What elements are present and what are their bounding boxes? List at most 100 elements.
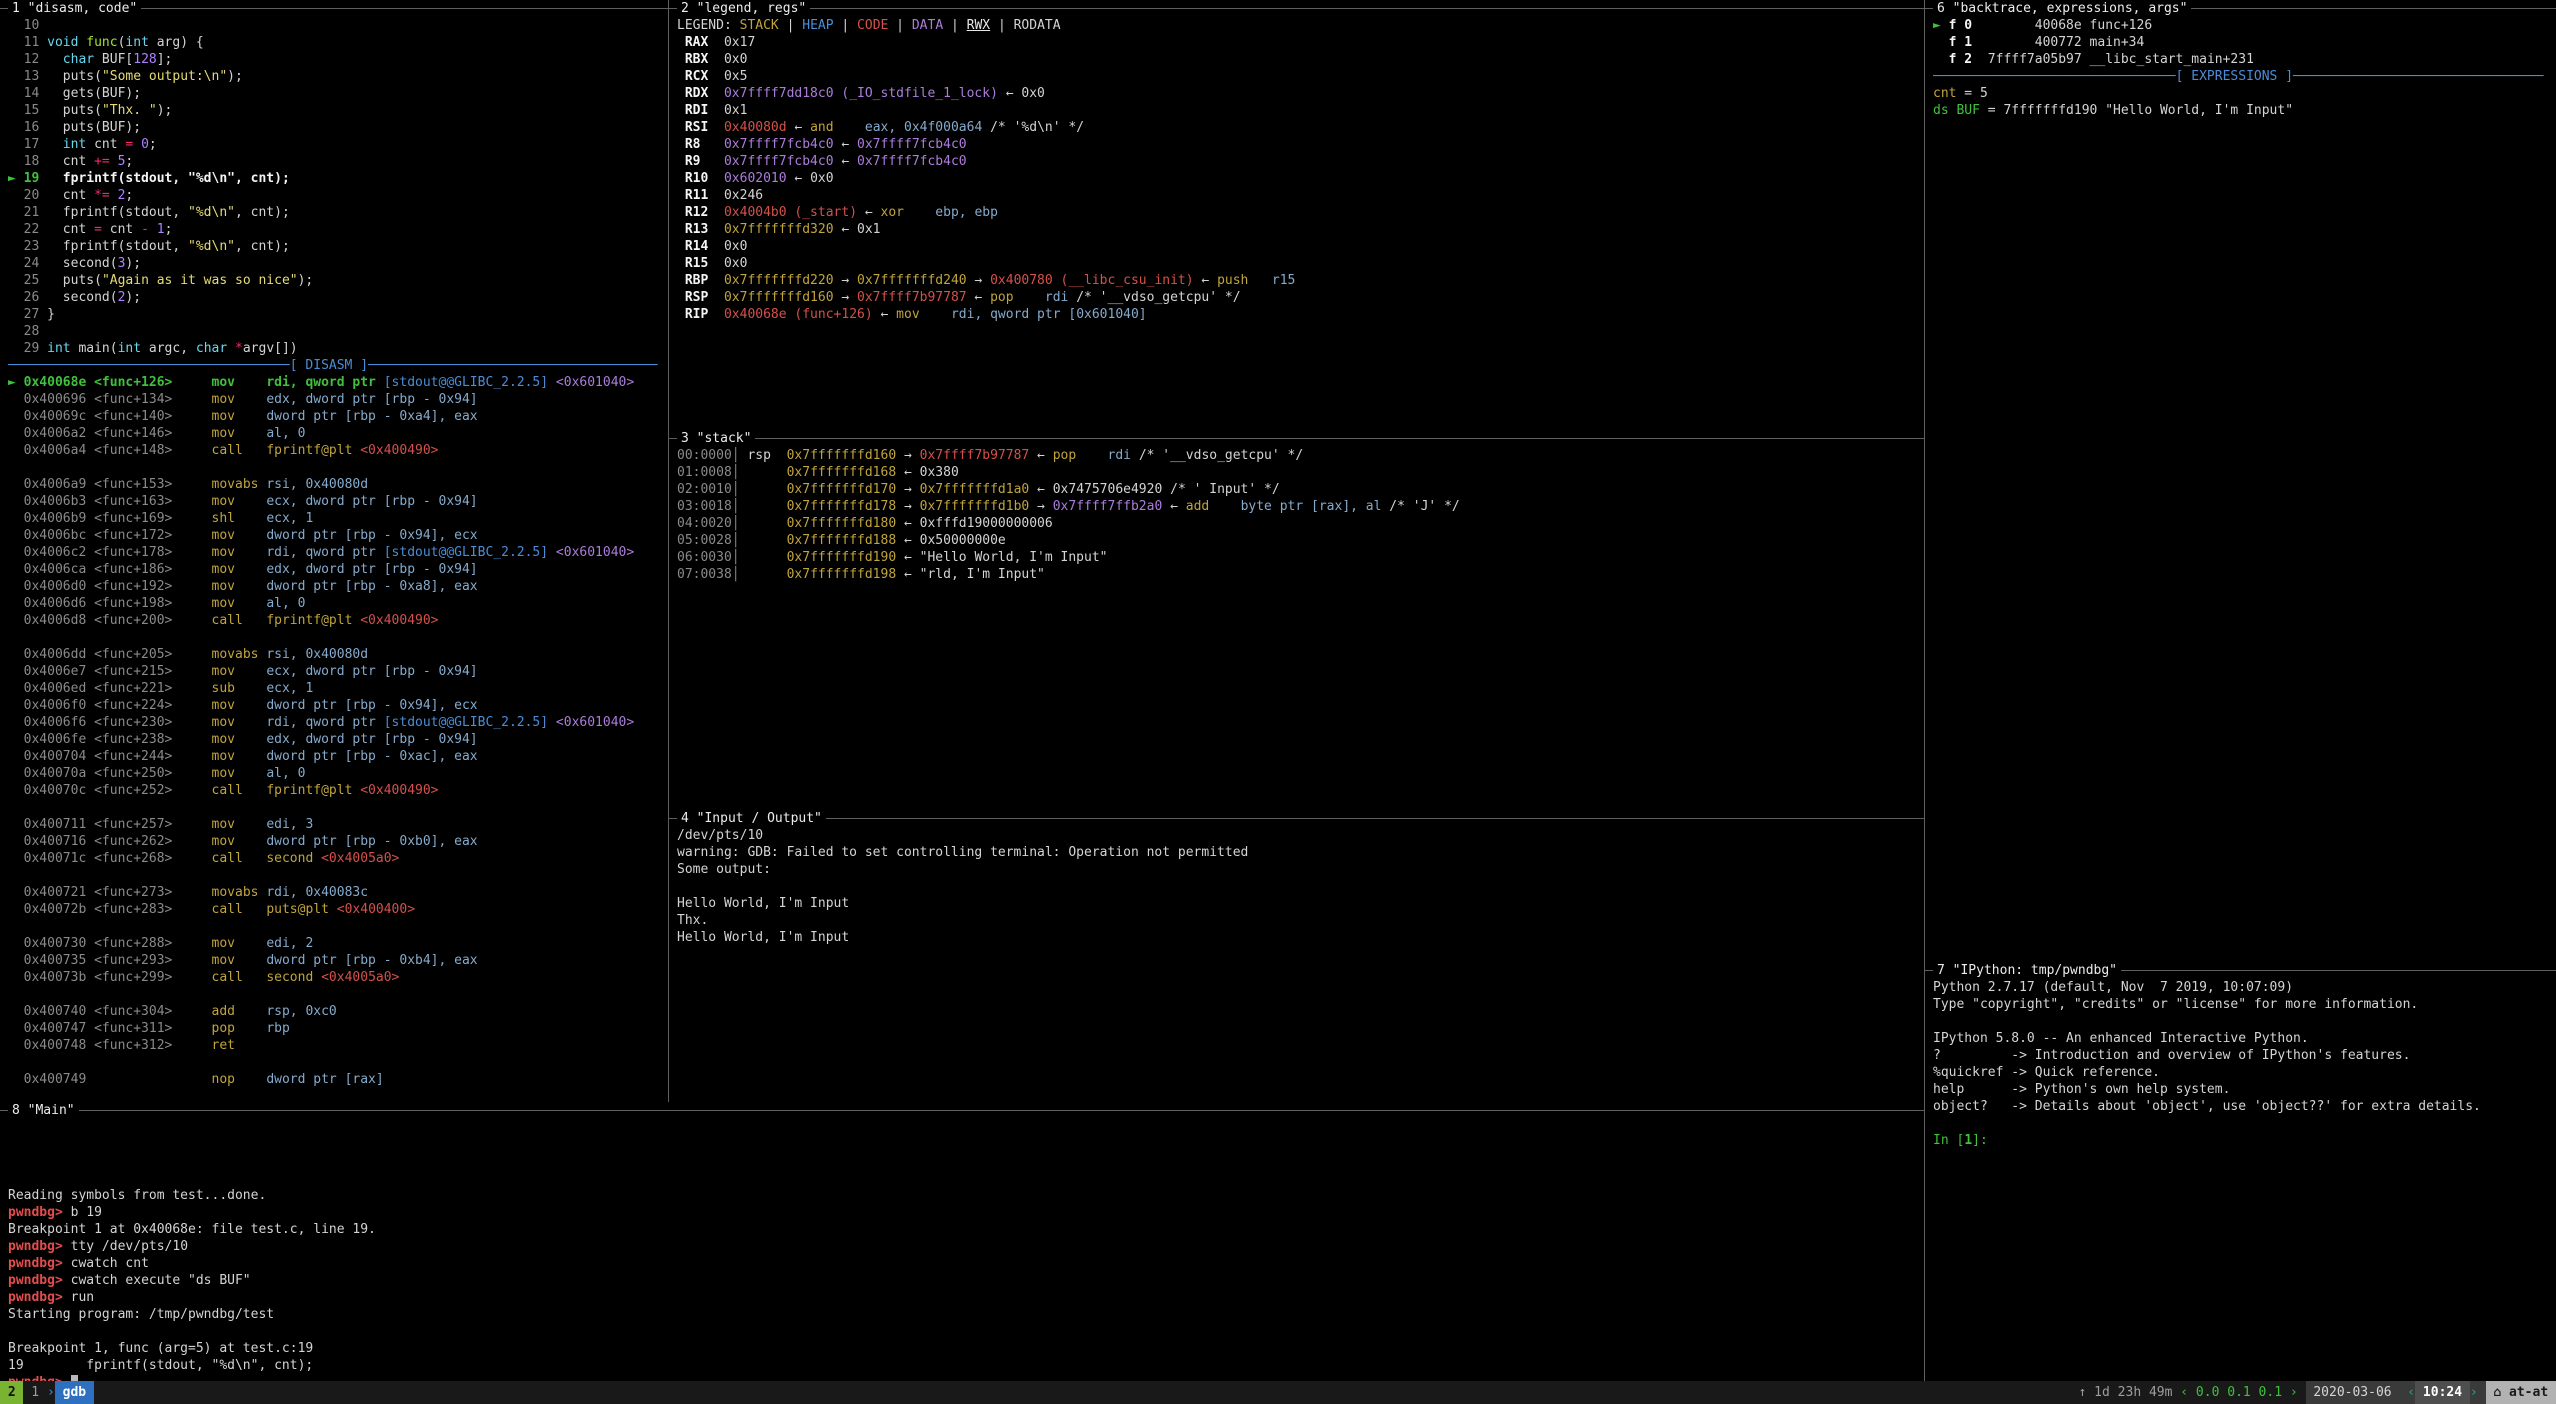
pane-title-backtrace: 6 "backtrace, expressions, args" xyxy=(1933,0,2191,17)
terminal-line: Type "copyright", "credits" or "license"… xyxy=(1933,996,2556,1013)
status-segment-window-name[interactable]: gdb xyxy=(55,1381,94,1404)
terminal-line xyxy=(8,918,668,935)
terminal-line: 0x400716 <func+262> mov dword ptr [rbp -… xyxy=(8,833,668,850)
terminal-line: ────────────────────────────────────[ DI… xyxy=(8,357,668,374)
terminal-line xyxy=(8,1054,668,1071)
pane-title-ipython: 7 "IPython: tmp/pwndbg" xyxy=(1933,962,2121,979)
terminal-line: R11 0x246 xyxy=(677,187,1924,204)
status-segment-load-avg: ‹ 0.0 0.1 0.1 › xyxy=(2180,1381,2305,1404)
pane-main-gdb-console[interactable]: 8 "Main" Reading symbols from test...don… xyxy=(0,1102,1924,1381)
terminal-line: RSI 0x40080d ← and eax, 0x4f000a64 /* '%… xyxy=(677,119,1924,136)
terminal-line: /dev/pts/10 xyxy=(677,827,1924,844)
pane-title-disasm-code: 1 "disasm, code" xyxy=(8,0,141,17)
status-segment-session-indicator: 2 xyxy=(0,1381,23,1404)
terminal-line: pwndbg> b 19 xyxy=(8,1204,1924,1221)
pane-input-output[interactable]: 4 "Input / Output" /dev/pts/10warning: G… xyxy=(668,810,1924,1102)
terminal-line: 20 cnt *= 2; xyxy=(8,187,668,204)
terminal-line: %quickref -> Quick reference. xyxy=(1933,1064,2556,1081)
terminal-line: 12 char BUF[128]; xyxy=(8,51,668,68)
terminal-line xyxy=(8,459,668,476)
pane-stack[interactable]: 3 "stack" 00:0000│ rsp 0x7fffffffd160 → … xyxy=(668,430,1924,810)
terminal-line xyxy=(8,1136,1924,1153)
terminal-line: cnt = 5 xyxy=(1933,85,2556,102)
terminal-line: Reading symbols from test...done. xyxy=(8,1187,1924,1204)
terminal-line: RDI 0x1 xyxy=(677,102,1924,119)
terminal-line: 0x400721 <func+273> movabs rdi, 0x40083c xyxy=(8,884,668,901)
terminal-line: 0x4006a9 <func+153> movabs rsi, 0x40080d xyxy=(8,476,668,493)
terminal-line: ► 19 fprintf(stdout, "%d\n", cnt); xyxy=(8,170,668,187)
terminal-line: 11 void func(int arg) { xyxy=(8,34,668,51)
pane-content-input-output: /dev/pts/10warning: GDB: Failed to set c… xyxy=(677,827,1924,1102)
terminal-line: 29 int main(int argc, char *argv[]) xyxy=(8,340,668,357)
status-segment-window-index: 1 xyxy=(23,1381,46,1404)
terminal-line: Some output: xyxy=(677,861,1924,878)
terminal-line: 0x40071c <func+268> call second <0x4005a… xyxy=(8,850,668,867)
terminal-line: Python 2.7.17 (default, Nov 7 2019, 10:0… xyxy=(1933,979,2556,996)
terminal-line: R9 0x7ffff7fcb4c0 ← 0x7ffff7fcb4c0 xyxy=(677,153,1924,170)
terminal-line: 0x4006d0 <func+192> mov dword ptr [rbp -… xyxy=(8,578,668,595)
terminal-line: 14 gets(BUF); xyxy=(8,85,668,102)
terminal-line: 0x4006f0 <func+224> mov dword ptr [rbp -… xyxy=(8,697,668,714)
terminal-line: Thx. xyxy=(677,912,1924,929)
terminal-line: RIP 0x40068e (func+126) ← mov rdi, qword… xyxy=(677,306,1924,323)
terminal-line: ───────────────────────────────[ EXPRESS… xyxy=(1933,68,2556,85)
pane-content-stack: 00:0000│ rsp 0x7fffffffd160 → 0x7ffff7b9… xyxy=(677,447,1924,810)
terminal-line: 0x400704 <func+244> mov dword ptr [rbp -… xyxy=(8,748,668,765)
terminal-line: 01:0008│ 0x7fffffffd168 ← 0x380 xyxy=(677,464,1924,481)
terminal-line: 0x40070a <func+250> mov al, 0 xyxy=(8,765,668,782)
terminal-line: help -> Python's own help system. xyxy=(1933,1081,2556,1098)
terminal-line: 26 second(2); xyxy=(8,289,668,306)
status-segment-window-arrow: › xyxy=(47,1381,55,1404)
pane-content-disasm-code: 10 11 void func(int arg) { 12 char BUF[1… xyxy=(8,17,668,1102)
terminal-line xyxy=(677,878,1924,895)
terminal-line: R8 0x7ffff7fcb4c0 ← 0x7ffff7fcb4c0 xyxy=(677,136,1924,153)
tmux-screen: 1 "disasm, code" 10 11 void func(int arg… xyxy=(0,0,2556,1404)
terminal-line xyxy=(8,629,668,646)
terminal-line: object? -> Details about 'object', use '… xyxy=(1933,1098,2556,1115)
terminal-line xyxy=(8,867,668,884)
terminal-line: 10 xyxy=(8,17,668,34)
terminal-line: ► f 0 40068e func+126 xyxy=(1933,17,2556,34)
terminal-line xyxy=(8,1153,1924,1170)
terminal-line: 0x40072b <func+283> call puts@plt <0x400… xyxy=(8,901,668,918)
terminal-line: 19 fprintf(stdout, "%d\n", cnt); xyxy=(8,1357,1924,1374)
pane-title-main: 8 "Main" xyxy=(8,1102,79,1119)
terminal-line: ► 0x40068e <func+126> mov rdi, qword ptr… xyxy=(8,374,668,391)
terminal-line xyxy=(8,986,668,1003)
status-segment-time-open: ‹ xyxy=(2399,1381,2415,1404)
status-segment-time-close: › xyxy=(2470,1381,2486,1404)
terminal-line: 0x40073b <func+299> call second <0x4005a… xyxy=(8,969,668,986)
pane-content-ipython: Python 2.7.17 (default, Nov 7 2019, 10:0… xyxy=(1933,979,2556,1381)
terminal-line: pwndbg> tty /dev/pts/10 xyxy=(8,1238,1924,1255)
terminal-line: RSP 0x7fffffffd160 → 0x7ffff7b97787 ← po… xyxy=(677,289,1924,306)
terminal-line: RAX 0x17 xyxy=(677,34,1924,51)
pane-legend-regs[interactable]: 2 "legend, regs" LEGEND: STACK | HEAP | … xyxy=(668,0,1924,430)
terminal-line: 07:0038│ 0x7fffffffd198 ← "rld, I'm Inpu… xyxy=(677,566,1924,583)
terminal-line: 0x4006ca <func+186> mov edx, dword ptr [… xyxy=(8,561,668,578)
terminal-line xyxy=(8,1170,1924,1187)
terminal-line: pwndbg> cwatch execute "ds BUF" xyxy=(8,1272,1924,1289)
terminal-line: R13 0x7fffffffd320 ← 0x1 xyxy=(677,221,1924,238)
terminal-line: 0x400749 nop dword ptr [rax] xyxy=(8,1071,668,1088)
terminal-line xyxy=(1933,1013,2556,1030)
terminal-line: IPython 5.8.0 -- An enhanced Interactive… xyxy=(1933,1030,2556,1047)
terminal-line: 06:0030│ 0x7fffffffd190 ← "Hello World, … xyxy=(677,549,1924,566)
terminal-line: 05:0028│ 0x7fffffffd188 ← 0x50000000e xyxy=(677,532,1924,549)
status-segment-hostname: ⌂ at-at xyxy=(2486,1381,2556,1404)
terminal-line: 0x4006ed <func+221> sub ecx, 1 xyxy=(8,680,668,697)
pane-disasm-code[interactable]: 1 "disasm, code" 10 11 void func(int arg… xyxy=(0,0,668,1102)
terminal-line: 23 fprintf(stdout, "%d\n", cnt); xyxy=(8,238,668,255)
terminal-line: 0x40070c <func+252> call fprintf@plt <0x… xyxy=(8,782,668,799)
terminal-line: 00:0000│ rsp 0x7fffffffd160 → 0x7ffff7b9… xyxy=(677,447,1924,464)
status-segment-time: 10:24 xyxy=(2415,1381,2470,1404)
terminal-line: 21 fprintf(stdout, "%d\n", cnt); xyxy=(8,204,668,221)
terminal-line: 0x400740 <func+304> add rsp, 0xc0 xyxy=(8,1003,668,1020)
terminal-line: 0x4006bc <func+172> mov dword ptr [rbp -… xyxy=(8,527,668,544)
pane-backtrace-expressions-args[interactable]: 6 "backtrace, expressions, args" ► f 0 4… xyxy=(1924,0,2556,962)
status-right: ↑ 1d 23h 49m ‹ 0.0 0.1 0.1 › 2020-03-06 … xyxy=(2079,1381,2556,1404)
terminal-line: 0x4006a4 <func+148> call fprintf@plt <0x… xyxy=(8,442,668,459)
terminal-line: 25 puts("Again as it was so nice"); xyxy=(8,272,668,289)
terminal-line: 0x400711 <func+257> mov edi, 3 xyxy=(8,816,668,833)
terminal-line: R14 0x0 xyxy=(677,238,1924,255)
pane-ipython[interactable]: 7 "IPython: tmp/pwndbg" Python 2.7.17 (d… xyxy=(1924,962,2556,1381)
